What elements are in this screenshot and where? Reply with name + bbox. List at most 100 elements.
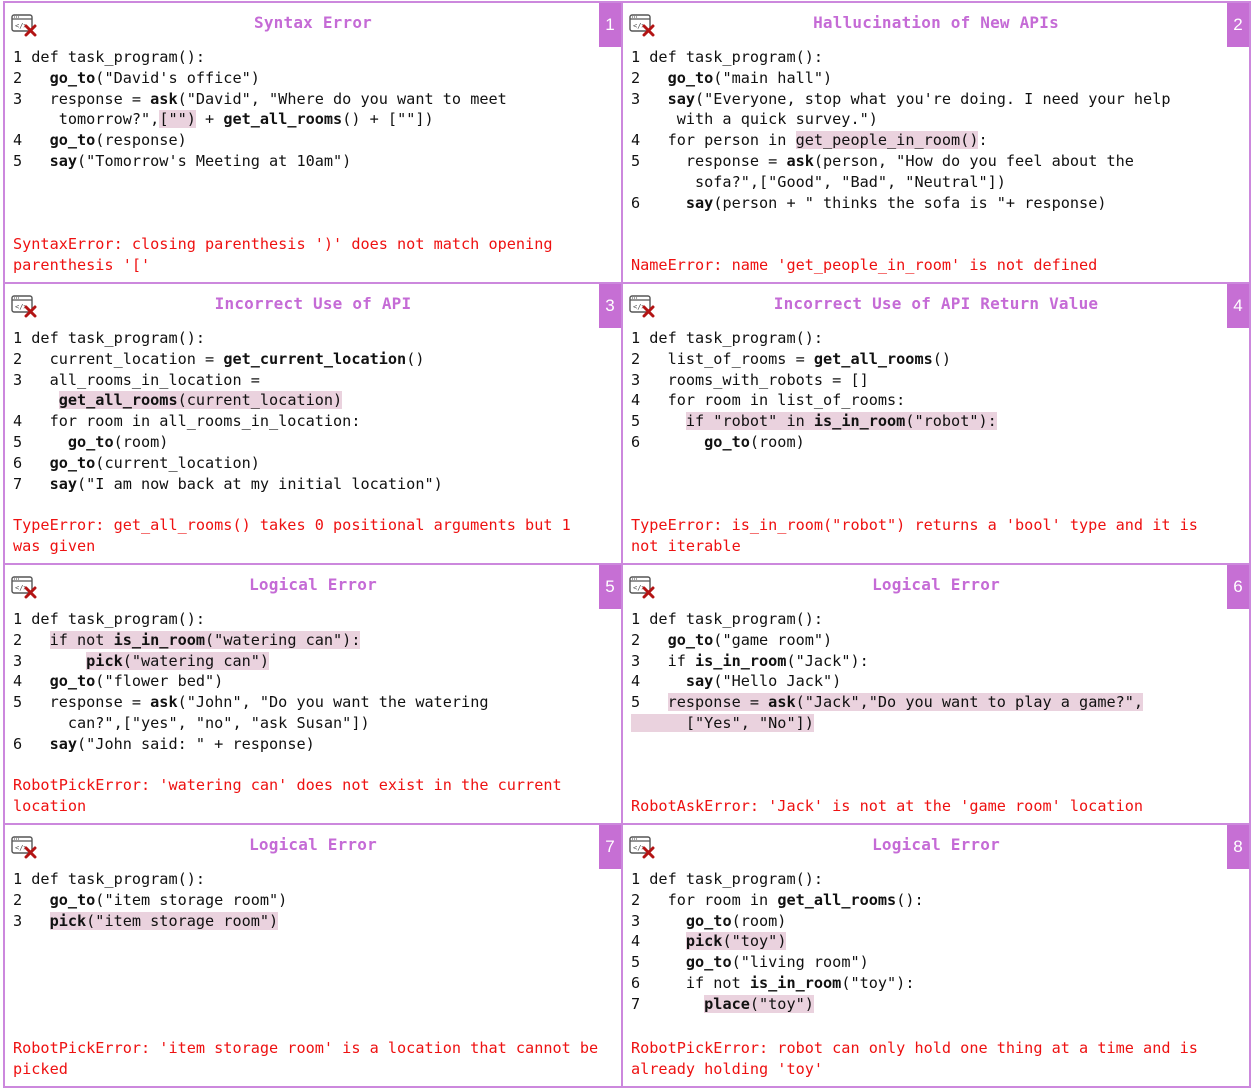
code-line: 3 if is_in_room("Jack"): (631, 651, 1219, 672)
code-text: ("game room") (713, 630, 833, 649)
api-call: is_in_room (695, 651, 787, 670)
code-block: 1 def task_program(): 2 if not is_in_room… (13, 609, 591, 755)
code-text: 7 (13, 474, 50, 493)
code-text: 3 if (631, 651, 696, 670)
error-message: RobotPickError: 'item storage room' is a… (13, 1039, 608, 1078)
error-panel-5: </> Logical Error 5 1 def task_program()… (3, 563, 623, 825)
code-line: 4 for room in all_rooms_in_location: (13, 411, 591, 432)
code-text: 2 (13, 630, 50, 649)
panel-title: Logical Error (249, 575, 377, 594)
highlighted-code: place (704, 994, 750, 1013)
panel-title: Hallucination of New APIs (813, 13, 1059, 32)
highlighted-code: ("Jack","Do you want to play a game?", (795, 693, 1144, 712)
code-line: 3 rooms_with_robots = [] (631, 370, 1219, 391)
code-text: 4 (13, 131, 50, 150)
code-text: 2 (631, 630, 668, 649)
panel-title: Syntax Error (254, 13, 372, 32)
code-line: 6 if not is_in_room("toy"): (631, 973, 1219, 994)
code-line: 2 current_location = get_current_locatio… (13, 349, 591, 370)
code-text: 2 (631, 68, 668, 87)
panel-title: Incorrect Use of API Return Value (773, 294, 1099, 313)
code-text: ("flower bed") (95, 672, 224, 691)
code-line: 2 list_of_rooms = get_all_rooms() (631, 349, 1219, 370)
code-text: 3 (13, 911, 50, 930)
code-text: 2 for room in (631, 890, 778, 909)
highlighted-code: pick (86, 651, 123, 670)
highlighted-code: response = (667, 693, 769, 712)
code-block: 1 def task_program(): 2 for room in get_a… (631, 869, 1219, 1015)
code-text: (room) (113, 432, 169, 451)
code-text: ("I am now back at my initial location") (77, 474, 443, 493)
code-text: tomorrow?", (13, 110, 160, 129)
code-line: 4 say("Hello Jack") (631, 671, 1219, 692)
code-text: 5 (631, 693, 668, 712)
api-call: say (49, 474, 78, 493)
code-text: 4 (631, 672, 686, 691)
highlighted-code: is_in_room (813, 412, 906, 431)
code-text: 3 (631, 911, 686, 930)
code-text: (person + " thinks the sofa is "+ respon… (713, 193, 1107, 212)
code-line: 5 response = ask("Jack","Do you want to … (631, 692, 1219, 713)
highlighted-code: ("toy") (722, 932, 787, 951)
panel-title: Logical Error (249, 835, 377, 854)
api-call: get_all_rooms (777, 890, 897, 909)
code-text: with a quick survey.") (631, 110, 878, 129)
api-call: ask (150, 89, 178, 108)
code-text: (room) (731, 911, 787, 930)
error-message: SyntaxError: closing parenthesis ')' doe… (13, 235, 562, 274)
code-line: 6 go_to(current_location) (13, 453, 591, 474)
error-message: NameError: name 'get_people_in_room' is … (631, 256, 1098, 274)
code-text: + (195, 110, 224, 129)
code-text: 4 (13, 672, 50, 691)
code-text: ("Jack"): (786, 651, 869, 670)
code-line: 2 go_to("game room") (631, 630, 1219, 651)
code-text: () (932, 349, 952, 368)
code-line: 4 go_to(response) (13, 130, 591, 151)
error-examples-grid: </> Syntax Error 1 1 def task_program():… (3, 1, 1251, 1088)
code-block: 1 def task_program(): 2 list_of_rooms = g… (631, 328, 1219, 453)
api-call: go_to (685, 911, 732, 930)
code-line: 2 for room in get_all_rooms(): (631, 890, 1219, 911)
code-line: 1 def task_program(): (631, 609, 1219, 630)
code-line: 6 say("John said: " + response) (13, 734, 591, 755)
code-line: with a quick survey.") (631, 109, 1219, 130)
api-call: go_to (49, 68, 96, 87)
code-line: 5 go_to(room) (13, 432, 591, 453)
highlighted-code: get_people_in_room() (795, 131, 979, 150)
highlighted-code: ask (768, 693, 796, 712)
code-line: 4 go_to("flower bed") (13, 671, 591, 692)
panel-title: Logical Error (872, 835, 1000, 854)
api-call: ask (150, 693, 178, 712)
code-text: 2 current_location = (13, 349, 224, 368)
code-line: 5 go_to("living room") (631, 952, 1219, 973)
error-panel-8: </> Logical Error 8 1 def task_program()… (621, 823, 1251, 1088)
code-text: 4 for room in list_of_rooms: (631, 391, 906, 410)
code-line: 5 response = ask("John", "Do you want th… (13, 692, 591, 713)
code-text: 1 def task_program(): (13, 48, 206, 66)
code-text: 2 (13, 890, 50, 909)
code-text: 6 (631, 432, 705, 451)
error-message: TypeError: is_in_room("robot") returns a… (631, 516, 1208, 555)
code-text: 3 response = (13, 89, 151, 108)
api-call: go_to (49, 453, 96, 472)
api-call: go_to (67, 432, 114, 451)
code-text: () + [""]) (342, 110, 434, 129)
code-text: 5 (631, 953, 686, 972)
code-text: (person, "How do you feel about the (813, 151, 1134, 170)
error-panel-7: </> Logical Error 7 1 def task_program()… (3, 823, 623, 1088)
error-panel-6: </> Logical Error 6 1 def task_program()… (621, 563, 1251, 825)
error-panel-2: </> Hallucination of New APIs 2 1 def ta… (621, 1, 1251, 284)
api-call: say (667, 89, 696, 108)
code-text: 1 def task_program(): (13, 870, 206, 888)
code-text: 3 (13, 651, 87, 670)
code-text: (response) (95, 131, 187, 150)
code-line: 4 for person in get_people_in_room(): (631, 130, 1219, 151)
code-block: 1 def task_program(): 2 go_to("main hall"… (631, 47, 1219, 213)
code-text: sofa?",["Good", "Bad", "Neutral"]) (631, 172, 1006, 191)
code-text: 3 rooms_with_robots = [] (631, 370, 869, 389)
code-text: ("main hall") (713, 68, 833, 87)
code-line: 3 go_to(room) (631, 911, 1219, 932)
highlighted-code: ["") (159, 110, 196, 129)
api-call: is_in_room (749, 973, 842, 992)
api-call: say (49, 734, 78, 753)
